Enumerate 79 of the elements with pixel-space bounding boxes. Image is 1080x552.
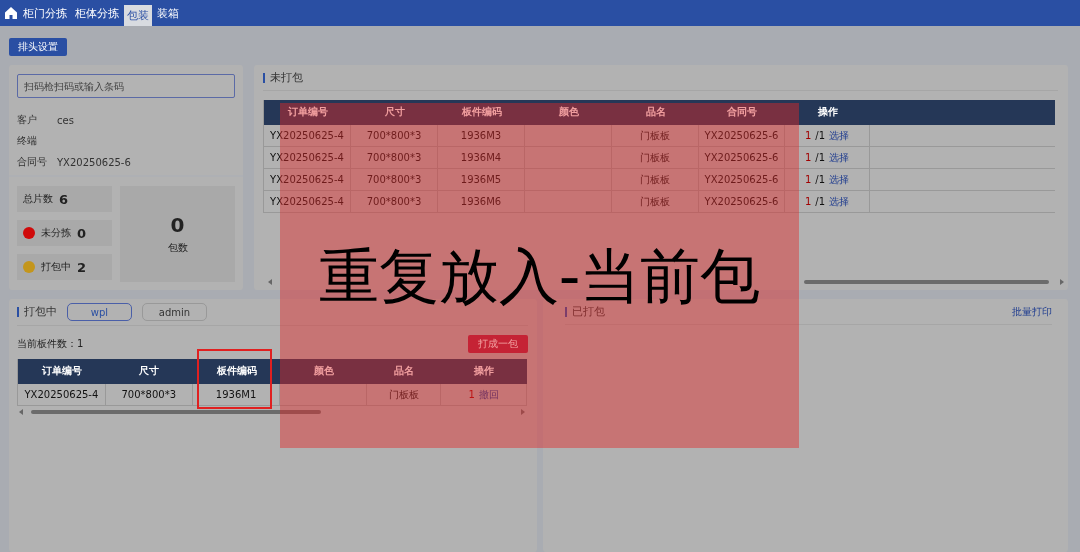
field-label: 合同号 [17,155,48,169]
scroll-left-icon[interactable] [267,278,273,286]
home-icon[interactable] [4,6,18,20]
table-cell: YX20250625-6 [699,147,785,168]
batch-print-link[interactable]: 批量打印 [1012,304,1052,319]
total-text: /1 [815,174,826,185]
table-cell: YX20250625-6 [699,191,785,212]
nav-tab[interactable]: 包装 [124,5,152,26]
total-text: /1 [815,152,826,163]
field-label: 终端 [17,134,38,148]
scrollbar[interactable] [17,408,527,416]
total-text: /1 [815,130,826,141]
user-chip[interactable]: wpl [67,303,132,321]
table-cell: 1936M3 [438,125,525,146]
section-title: 打包中 [17,307,57,317]
column-header: 颜色 [557,105,580,119]
count-text: 1 [804,174,812,185]
stat-label: 总片数 [23,192,53,206]
count-text: 1 [804,152,812,163]
field-value: ces [57,114,74,126]
column-header: 操作 [473,364,496,378]
table-cell: 1936M5 [438,169,525,190]
alert-message: 重复放入-当前包 [318,246,761,306]
package-count: 0 [170,213,185,237]
section-title: 已打包 [565,306,605,317]
column-header: 订单编号 [40,364,83,378]
nav-tab[interactable]: 柜门分拣 [20,0,70,26]
field-value: YX20250625-6 [57,156,131,168]
table-cell: 门板板 [612,125,699,146]
count-text: 1 [468,389,475,400]
stat-value: 2 [77,259,87,275]
table-cell: 门板板 [612,191,699,212]
package-label: 包数 [167,241,188,255]
column-header: 板件编码 [460,105,503,119]
section-title: 未打包 [263,72,303,83]
table-cell: YX20250625-6 [699,125,785,146]
total-text: /1 [815,196,826,207]
barcode-input[interactable]: 扫码枪扫码或输入条码 [17,74,235,98]
column-header: 尺寸 [383,105,406,119]
stat-value: 6 [59,191,69,207]
stat-label: 打包中 [41,260,71,274]
undo-link[interactable]: 撤回 [478,387,499,402]
column-header: 订单编号 [286,105,329,119]
column-header: 品名 [393,364,416,378]
table-cell: 700*800*3 [105,384,193,405]
scrollbar[interactable] [804,278,1066,286]
settings-button[interactable]: 排头设置 [9,38,67,56]
column-header: 颜色 [312,364,335,378]
nav-tab[interactable]: 柜体分拣 [72,0,122,26]
select-link[interactable]: 选择 [829,150,850,165]
user-chip[interactable]: admin [142,303,207,321]
stat-value: 0 [77,225,87,241]
count-text: 当前板件数：1 [17,337,84,351]
column-header: 品名 [644,105,667,119]
table-cell: 700*800*3 [351,169,438,190]
nav-tab[interactable]: 装箱 [154,0,182,26]
table-cell: YX20250625-4 [18,384,106,405]
column-header: 板件编码 [215,364,258,378]
select-link[interactable]: 选择 [829,172,850,187]
table-cell: 700*800*3 [351,191,438,212]
column-header: 尺寸 [138,364,161,378]
count-text: 1 [804,130,812,141]
table-cell: 700*800*3 [351,147,438,168]
table-cell: YX20250625-6 [699,169,785,190]
table-cell: 门板板 [612,169,699,190]
table-cell: 1936M6 [438,191,525,212]
table-cell: 1936M1 [192,384,281,405]
table-cell: 700*800*3 [351,125,438,146]
column-header: 操作 [816,105,839,119]
column-header: 合同号 [726,105,758,119]
count-text: 1 [804,196,812,207]
table-cell: 门板板 [612,147,699,168]
table-cell: 1936M4 [438,147,525,168]
stat-label: 未分拣 [41,226,71,240]
select-link[interactable]: 选择 [829,194,850,209]
table-cell: 门板板 [367,384,442,405]
select-link[interactable]: 选择 [829,128,850,143]
field-label: 客户 [17,113,38,127]
pack-button[interactable]: 打成一包 [468,335,528,353]
